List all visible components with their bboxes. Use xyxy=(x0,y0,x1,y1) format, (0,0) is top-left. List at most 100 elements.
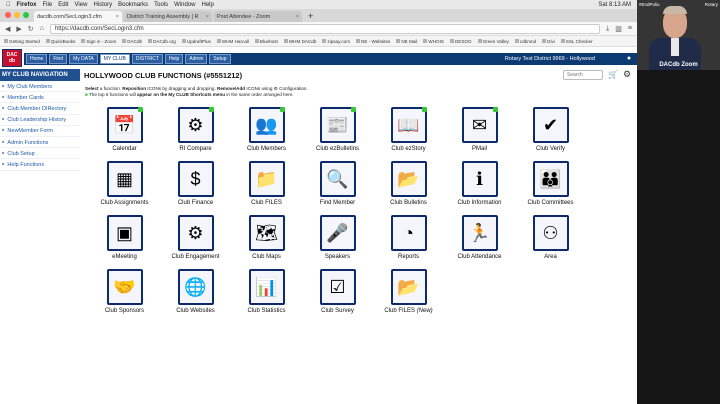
function-tile[interactable]: ⚙ Club Engagement xyxy=(160,215,231,269)
folder-icon[interactable]: 📁 xyxy=(248,161,285,197)
bookmark-item[interactable]: WHM Harcall xyxy=(217,39,249,44)
function-tile[interactable]: 👪 Club Committees xyxy=(515,161,586,215)
menu-app[interactable]: Firefox xyxy=(17,2,37,8)
function-label[interactable]: Club Survey xyxy=(321,308,354,314)
function-label[interactable]: eMeeting xyxy=(112,254,137,260)
function-label[interactable]: Club ezBulletins xyxy=(316,146,359,152)
bookmark-item[interactable]: NE - Websites xyxy=(356,39,390,44)
function-label[interactable]: Club Maps xyxy=(252,254,281,260)
tab-district-training[interactable]: District Training Assembly | R × xyxy=(124,11,212,22)
download-icon[interactable]: ⤓ xyxy=(606,25,609,33)
bookmark-item[interactable]: WHOIS xyxy=(423,39,444,44)
function-label[interactable]: Speakers xyxy=(325,254,350,260)
menu-view[interactable]: View xyxy=(75,2,88,8)
bulletin-icon[interactable]: 📰 xyxy=(319,107,356,143)
new-folder-icon[interactable]: 📂 xyxy=(390,269,427,305)
nav-help[interactable]: Help xyxy=(164,54,184,64)
bookmark-item[interactable]: Sign in - Zoom xyxy=(81,39,116,44)
function-tile[interactable]: ⚇ Area xyxy=(515,215,586,269)
gears-person-icon[interactable]: ⚙ xyxy=(177,215,214,251)
back-icon[interactable]: ◀ xyxy=(5,25,10,33)
user-avatar-icon[interactable]: ● xyxy=(625,55,633,63)
survey-icon[interactable]: ☑ xyxy=(319,269,356,305)
function-tile[interactable]: 🤝 Club Sponsors xyxy=(89,269,160,323)
menu-window[interactable]: Window xyxy=(174,2,195,8)
sidebar-item-my-club-members[interactable]: My Club Members xyxy=(0,81,80,93)
function-tile[interactable]: 👥 Club Members xyxy=(231,107,302,161)
function-label[interactable]: Calendar xyxy=(112,146,136,152)
sidebar-item-club-leadership-history[interactable]: Club Leadership History xyxy=(0,115,80,126)
information-icon[interactable]: ℹ xyxy=(461,161,498,197)
nav-home[interactable]: Home xyxy=(26,54,48,64)
menu-history[interactable]: History xyxy=(93,2,112,8)
function-tile[interactable]: ▦ Club Assignments xyxy=(89,161,160,215)
function-label[interactable]: Club ezStory xyxy=(391,146,425,152)
committees-icon[interactable]: 👪 xyxy=(532,161,569,197)
close-tab-icon[interactable]: × xyxy=(206,14,209,20)
sidebar-item-newmember-form[interactable]: NewMember Form xyxy=(0,126,80,137)
function-label[interactable]: Reports xyxy=(398,254,419,260)
function-label[interactable]: Club FILES (New) xyxy=(384,308,432,314)
nav-my-club[interactable]: MY CLUB xyxy=(99,54,130,64)
bookmark-item[interactable]: QuickBooks xyxy=(46,39,76,44)
dacdb-logo[interactable]: DAC db xyxy=(2,49,22,67)
menu-edit[interactable]: Edit xyxy=(58,2,68,8)
menu-file[interactable]: File xyxy=(43,2,53,8)
function-tile[interactable]: 🔍 Find Member xyxy=(302,161,373,215)
url-field[interactable]: https://dacdb.com/SecLogin3.cfm xyxy=(49,23,601,34)
close-window-icon[interactable] xyxy=(5,12,11,18)
function-tile[interactable]: 📰 Club ezBulletins xyxy=(302,107,373,161)
handshake-icon[interactable]: 🤝 xyxy=(106,269,143,305)
library-icon[interactable]: ▥ xyxy=(615,25,622,33)
menu-help[interactable]: Help xyxy=(201,2,213,8)
reload-icon[interactable]: ↻ xyxy=(28,25,34,33)
chip-icon[interactable]: ▣ xyxy=(106,215,143,251)
rotary-wheel-icon[interactable]: ⚙ xyxy=(177,107,214,143)
function-tile[interactable]: ⚙ RI Compare xyxy=(160,107,231,161)
search-input[interactable] xyxy=(563,70,603,80)
function-label[interactable]: Club Engagement xyxy=(171,254,219,260)
bar-chart-icon[interactable]: 📊 xyxy=(248,269,285,305)
finance-icon[interactable]: $ xyxy=(177,161,214,197)
bookmark-item[interactable]: Getting Started xyxy=(4,39,40,44)
function-tile[interactable]: 📊 Club Statistics xyxy=(231,269,302,323)
bulletin-folder-icon[interactable]: 📂 xyxy=(390,161,427,197)
assignments-icon[interactable]: ▦ xyxy=(106,161,143,197)
bookmark-item[interactable]: WHM DACdb xyxy=(284,39,317,44)
envelope-icon[interactable]: ✉ xyxy=(461,107,498,143)
sidebar-item-club-setup[interactable]: Club Setup xyxy=(0,148,80,160)
function-label[interactable]: Club Verify xyxy=(536,146,565,152)
function-tile[interactable]: 🏃 Club Attendance xyxy=(444,215,515,269)
function-tile[interactable]: ✔ Club Verify xyxy=(515,107,586,161)
function-label[interactable]: Club Assignments xyxy=(100,200,148,206)
function-label[interactable]: Club Members xyxy=(247,146,286,152)
nav-district[interactable]: DISTRICT xyxy=(131,54,163,64)
function-label[interactable]: Club Sponsors xyxy=(105,308,144,314)
function-tile[interactable]: 📁 Club FILES xyxy=(231,161,302,215)
function-label[interactable]: Club Committees xyxy=(527,200,573,206)
apple-icon[interactable]:  xyxy=(6,2,11,8)
function-label[interactable]: Club Statistics xyxy=(247,308,285,314)
function-tile[interactable]: 🎤 Speakers xyxy=(302,215,373,269)
bookmark-item[interactable]: cdbmnd xyxy=(515,39,536,44)
nav-admin[interactable]: Admin xyxy=(185,54,208,64)
bookmark-item[interactable]: Bluehost xyxy=(255,39,278,44)
sidebar-item-club-member-directory[interactable]: Club Member DIRectory xyxy=(0,103,80,115)
function-label[interactable]: Club Websites xyxy=(176,308,215,314)
bookmark-item[interactable]: Divi xyxy=(542,39,555,44)
maximize-window-icon[interactable] xyxy=(23,12,29,18)
function-label[interactable]: RI Compare xyxy=(179,146,211,152)
function-label[interactable]: PMail xyxy=(472,146,487,152)
sidebar-item-admin-functions[interactable]: Admin Functions xyxy=(0,137,80,149)
function-tile[interactable]: 📂 Club Bulletins xyxy=(373,161,444,215)
function-tile[interactable]: 🗺 Club Maps xyxy=(231,215,302,269)
function-tile[interactable]: 🌐 Club Websites xyxy=(160,269,231,323)
bookmark-item[interactable]: NE Mail xyxy=(396,39,417,44)
new-tab-button[interactable]: + xyxy=(308,11,313,22)
person-check-icon[interactable]: 🏃 xyxy=(461,215,498,251)
function-tile[interactable]: ◔ Reports xyxy=(373,215,444,269)
members-group-icon[interactable]: 👥 xyxy=(248,107,285,143)
checklist-icon[interactable]: ✔ xyxy=(532,107,569,143)
function-tile[interactable]: 📂 Club FILES (New) xyxy=(373,269,444,323)
bookmark-item[interactable]: Green Valley xyxy=(478,39,509,44)
